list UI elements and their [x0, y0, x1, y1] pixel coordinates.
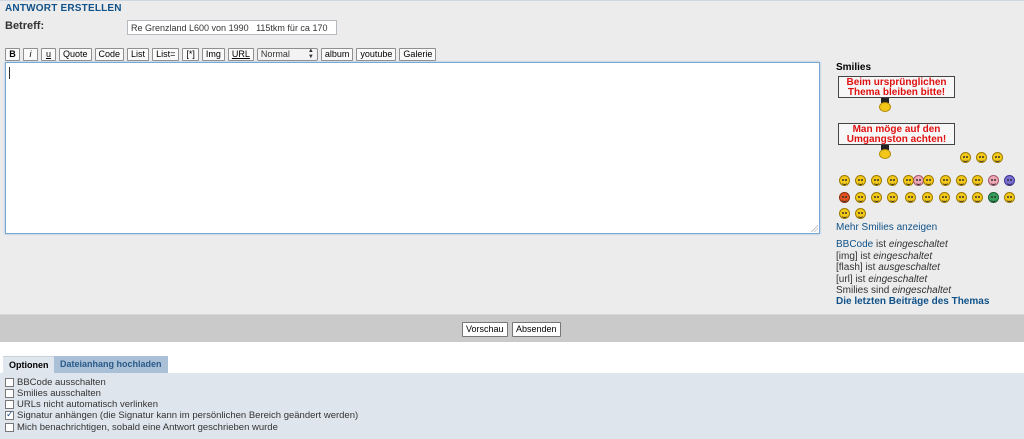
checkbox[interactable]	[5, 389, 14, 398]
bbcode-help-link[interactable]: BBCode	[836, 239, 873, 250]
smiley-icon[interactable]	[972, 175, 983, 186]
option-no-autolink[interactable]: URLs nicht automatisch verlinken	[5, 399, 158, 410]
smiley-icon[interactable]	[855, 192, 866, 203]
checkbox[interactable]	[5, 400, 14, 409]
smiley-icon[interactable]	[976, 152, 987, 163]
smiley-icon[interactable]	[960, 152, 971, 163]
smiley-icon[interactable]	[1004, 192, 1015, 203]
smiley-icon[interactable]	[988, 175, 999, 186]
page-title: ANTWORT ERSTELLEN	[5, 3, 122, 14]
option-attach-signature[interactable]: Signatur anhängen (die Signatur kann im …	[5, 409, 358, 421]
smiley-icon[interactable]	[855, 208, 866, 219]
list-item-button[interactable]: [*]	[182, 47, 199, 61]
smiley-icon[interactable]	[988, 192, 999, 203]
checkbox[interactable]	[5, 378, 14, 387]
option-notify[interactable]: Mich benachrichtigen, sobald eine Antwor…	[5, 422, 278, 433]
smiley-icon[interactable]	[871, 192, 882, 203]
smiley-sign-stay-on-topic[interactable]: Beim ursprünglichen Thema bleiben bitte!	[838, 76, 955, 98]
smiley-icon[interactable]	[939, 192, 950, 203]
smiley-icon[interactable]	[905, 192, 916, 203]
latest-posts-link[interactable]: Die letzten Beiträge des Themas	[836, 296, 989, 307]
youtube-button[interactable]: youtube	[356, 47, 397, 61]
resize-grip-icon[interactable]	[811, 225, 818, 232]
smiley-icon[interactable]	[992, 152, 1003, 163]
smiley-sign-watch-tone[interactable]: Man möge auf den Umgangston achten!	[838, 123, 955, 145]
hat-smiley-icon	[878, 145, 892, 159]
preview-button[interactable]: Vorschau	[462, 322, 508, 337]
smiley-icon[interactable]	[923, 175, 934, 186]
submit-button[interactable]: Absenden	[512, 322, 561, 337]
code-button[interactable]: Code	[94, 47, 125, 61]
select-arrows-icon: ▲ ▼	[307, 48, 314, 60]
option-disable-smilies[interactable]: Smilies ausschalten	[5, 388, 101, 399]
list-button[interactable]: List	[127, 47, 150, 61]
submit-bar: Vorschau Absenden	[0, 314, 1024, 342]
smiley-icon[interactable]	[1004, 175, 1015, 186]
smiley-icon[interactable]	[887, 175, 898, 186]
img-button[interactable]: Img	[201, 47, 225, 61]
smiley-icon[interactable]	[956, 192, 967, 203]
smiley-icon[interactable]	[887, 192, 898, 203]
message-textarea[interactable]	[5, 62, 820, 234]
font-size-select[interactable]: Normal ▲ ▼	[256, 47, 318, 61]
font-size-value: Normal	[260, 48, 290, 59]
album-button[interactable]: album	[320, 47, 354, 61]
smiley-icon[interactable]	[956, 175, 967, 186]
quote-button[interactable]: Quote	[59, 47, 92, 61]
ordered-list-button[interactable]: List=	[152, 47, 180, 61]
smilies-title: Smilies	[836, 62, 872, 73]
subject-label: Betreff:	[5, 20, 45, 32]
smiley-icon[interactable]	[871, 175, 882, 186]
posting-status: BBCode ist eingeschaltet [img] ist einge…	[836, 239, 952, 296]
top-divider	[0, 0, 1024, 1]
smiley-icon[interactable]	[839, 175, 850, 186]
more-smilies-link[interactable]: Mehr Smilies anzeigen	[836, 222, 937, 233]
italic-button[interactable]: i	[23, 47, 38, 61]
checkbox-checked[interactable]	[5, 409, 14, 420]
galerie-button[interactable]: Galerie	[399, 47, 437, 61]
smiley-icon[interactable]	[922, 192, 933, 203]
subject-input[interactable]	[127, 20, 337, 35]
options-panel: BBCode ausschalten Smilies ausschalten U…	[0, 373, 1024, 439]
smiley-icon[interactable]	[839, 192, 850, 203]
url-button[interactable]: URL	[227, 47, 254, 61]
option-disable-bbcode[interactable]: BBCode ausschalten	[5, 377, 106, 388]
bbcode-toolbar: B i u Quote Code List List= [*] Img URL …	[5, 47, 437, 61]
tab-options[interactable]: Optionen	[3, 356, 55, 373]
smiley-icon[interactable]	[839, 208, 850, 219]
bold-button[interactable]: B	[5, 47, 20, 61]
checkbox[interactable]	[5, 423, 14, 432]
smiley-icon[interactable]	[940, 175, 951, 186]
sign-text: Beim ursprünglichen Thema bleiben bitte!	[846, 77, 947, 98]
smiley-icon[interactable]	[972, 192, 983, 203]
tab-attachments[interactable]: Dateianhang hochladen	[54, 356, 168, 373]
text-caret	[9, 67, 10, 79]
hat-smiley-icon	[878, 98, 892, 112]
tabs-bar: Optionen Dateianhang hochladen	[0, 342, 1024, 373]
sign-text: Man möge auf den Umgangston achten!	[846, 124, 947, 145]
underline-button[interactable]: u	[41, 47, 56, 61]
smiley-icon[interactable]	[855, 175, 866, 186]
